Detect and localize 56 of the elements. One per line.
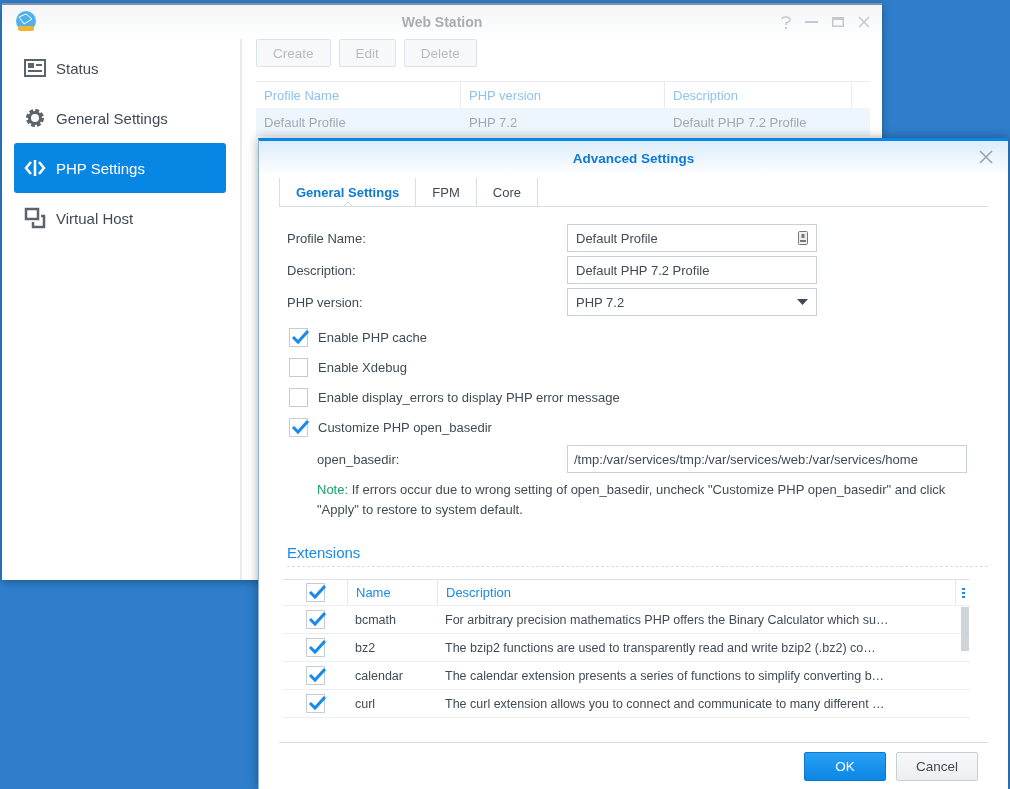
table-cell-text: The bzip2 functions are used to transparently read and write bzip2 (.bz2) co…	[444, 639, 877, 657]
checkbox-label: Enable PHP cache	[318, 329, 427, 345]
tab[interactable]: FPM	[415, 178, 476, 206]
checkbox[interactable]	[289, 417, 308, 437]
code-icon	[24, 158, 46, 178]
field-label: open_basedir:	[317, 451, 401, 467]
sidebar-item[interactable]: Status	[14, 43, 226, 93]
checkbox-label: Enable Xdebug	[318, 359, 407, 375]
id-card-icon	[24, 59, 46, 77]
more-icon[interactable]	[961, 587, 965, 598]
field-label: Description:	[287, 262, 357, 278]
table-cell-text: curl	[354, 695, 377, 713]
checkbox-label: Customize PHP open_basedir	[318, 419, 492, 435]
dialog-title: Advanced Settings	[572, 151, 695, 166]
table-cell-text: Default PHP 7.2 Profile	[672, 113, 808, 132]
scrollbar[interactable]	[961, 607, 969, 651]
tab[interactable]: Core	[475, 178, 538, 206]
ok-button[interactable]: OK	[804, 751, 886, 781]
note-text: Note: If errors occur due to wrong setting of open_basedir, uncheck "Customize PHP open_basedir" and click "Apply" to restore to system default.	[317, 481, 947, 519]
column-header[interactable]: Description	[437, 580, 955, 605]
sidebar-item[interactable]: Virtual Host	[14, 193, 226, 243]
globe-icon	[14, 10, 38, 34]
badge-icon	[798, 231, 808, 245]
field-label: PHP version:	[287, 294, 364, 310]
table-cell-text: The calendar extension presents a series of functions to simplify converting b…	[444, 667, 886, 685]
input-field[interactable]: /tmp:/var/services/tmp:/var/services/web:/var/services/home	[567, 445, 967, 473]
checkbox-label: Enable display_errors to display PHP error message	[318, 389, 620, 405]
input-field[interactable]: Default Profile	[567, 224, 817, 252]
checkbox[interactable]	[305, 610, 325, 629]
checkbox[interactable]	[289, 357, 308, 377]
sidebar-item[interactable]: PHP Settings	[14, 143, 226, 193]
input-field[interactable]: Default PHP 7.2 Profile	[567, 256, 817, 284]
sidebar-item[interactable]: General Settings	[14, 93, 226, 143]
table-cell-text: PHP 7.2	[468, 113, 519, 132]
column-header[interactable]: Name	[347, 580, 437, 605]
select-all-checkbox[interactable]	[305, 583, 325, 602]
checkbox[interactable]	[305, 694, 325, 713]
checkbox[interactable]	[305, 638, 325, 657]
table-cell-text: bz2	[354, 639, 377, 657]
table-cell-text: bcmath	[354, 611, 397, 629]
field-label: Profile Name:	[287, 230, 367, 246]
checkbox[interactable]	[289, 387, 308, 407]
checkbox[interactable]	[305, 666, 325, 685]
version-dropdown[interactable]: PHP 7.2	[567, 288, 817, 316]
gear-icon	[24, 107, 46, 129]
table-cell-text: calendar	[354, 667, 404, 685]
close-button[interactable]	[978, 150, 994, 166]
caret-icon	[797, 299, 808, 305]
table-cell-text: The curl extension allows you to connect and communicate to many different …	[444, 695, 886, 713]
section-title: Extensions	[287, 544, 361, 561]
windows-icon	[24, 207, 46, 229]
checkbox[interactable]	[289, 327, 308, 347]
table-cell-text: Default Profile	[263, 113, 347, 132]
table-cell-text: For arbitrary precision mathematics PHP offers the Binary Calculator which su…	[444, 611, 890, 629]
cancel-button[interactable]: Cancel	[896, 751, 978, 781]
window-title: Web Station	[401, 14, 483, 30]
